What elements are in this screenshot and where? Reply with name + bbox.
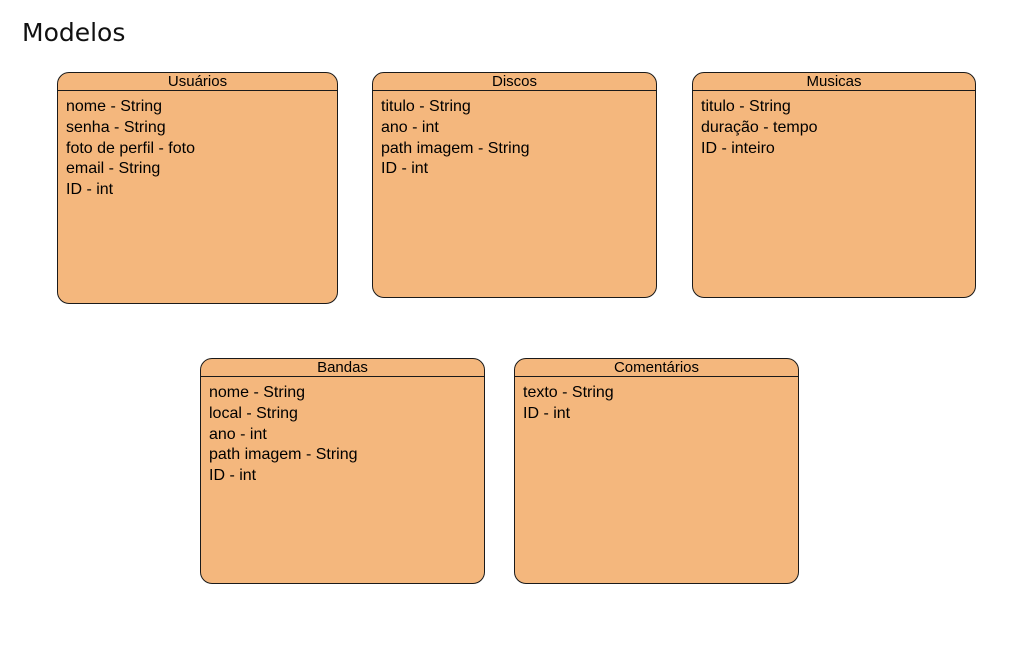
entity-title: Comentários xyxy=(515,359,798,377)
entity-field: nome - String xyxy=(66,98,163,115)
entity-field: ID - int xyxy=(381,160,429,178)
entity-field: ID - int xyxy=(523,404,571,422)
entity-fields: titulo - String duração - tempo ID - int… xyxy=(693,91,975,159)
entity-musicas[interactable]: Musicas titulo - String duração - tempo … xyxy=(692,72,976,298)
entity-field: local - String xyxy=(209,404,298,422)
entity-fields: titulo - String ano - int path imagem - … xyxy=(373,91,656,180)
entity-fields: nome - String local - String ano - int p… xyxy=(201,377,484,487)
entity-field: titulo - String xyxy=(381,98,471,115)
entity-field: senha - String xyxy=(66,118,166,136)
entity-field: ano - int xyxy=(209,425,267,443)
entity-field: duração - tempo xyxy=(701,118,818,136)
entity-title: Musicas xyxy=(693,73,975,91)
entity-field: titulo - String xyxy=(701,98,791,115)
entity-fields: nome - String senha - String foto de per… xyxy=(58,91,337,201)
entity-title: Usuários xyxy=(58,73,337,91)
entity-field: ID - int xyxy=(66,181,114,199)
entity-field: path imagem - String xyxy=(209,446,358,464)
entity-field: path imagem - String xyxy=(381,139,530,157)
entity-field: ID - int xyxy=(209,467,257,485)
entity-fields: texto - String ID - int xyxy=(515,377,798,425)
entity-field: email - String xyxy=(66,160,161,178)
entity-usuarios[interactable]: Usuários nome - String senha - String fo… xyxy=(57,72,338,304)
entity-title: Bandas xyxy=(201,359,484,377)
page-title: Modelos xyxy=(22,18,126,47)
entity-field: ano - int xyxy=(381,118,439,136)
entity-title: Discos xyxy=(373,73,656,91)
entity-comentarios[interactable]: Comentários texto - String ID - int xyxy=(514,358,799,584)
entity-discos[interactable]: Discos titulo - String ano - int path im… xyxy=(372,72,657,298)
entity-field: foto de perfil - foto xyxy=(66,139,195,157)
entity-field: texto - String xyxy=(523,384,614,401)
entity-field: nome - String xyxy=(209,384,306,401)
entity-bandas[interactable]: Bandas nome - String local - String ano … xyxy=(200,358,485,584)
entity-field: ID - inteiro xyxy=(701,139,775,157)
